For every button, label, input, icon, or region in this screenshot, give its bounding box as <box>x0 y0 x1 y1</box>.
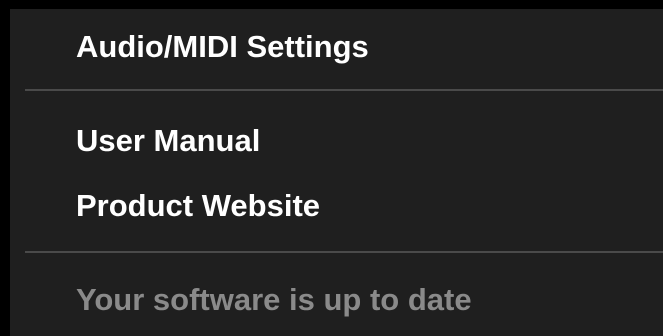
software-status-label: Your software is up to date <box>76 282 472 317</box>
context-menu: Audio/MIDI Settings User Manual Product … <box>10 0 663 336</box>
menu-item-audio-midi-settings[interactable]: Audio/MIDI Settings <box>76 29 369 65</box>
menu-item-user-manual[interactable]: User Manual <box>76 123 260 159</box>
menu-item-product-website[interactable]: Product Website <box>76 188 320 224</box>
menu-separator <box>25 251 663 253</box>
menu-separator <box>25 89 663 91</box>
